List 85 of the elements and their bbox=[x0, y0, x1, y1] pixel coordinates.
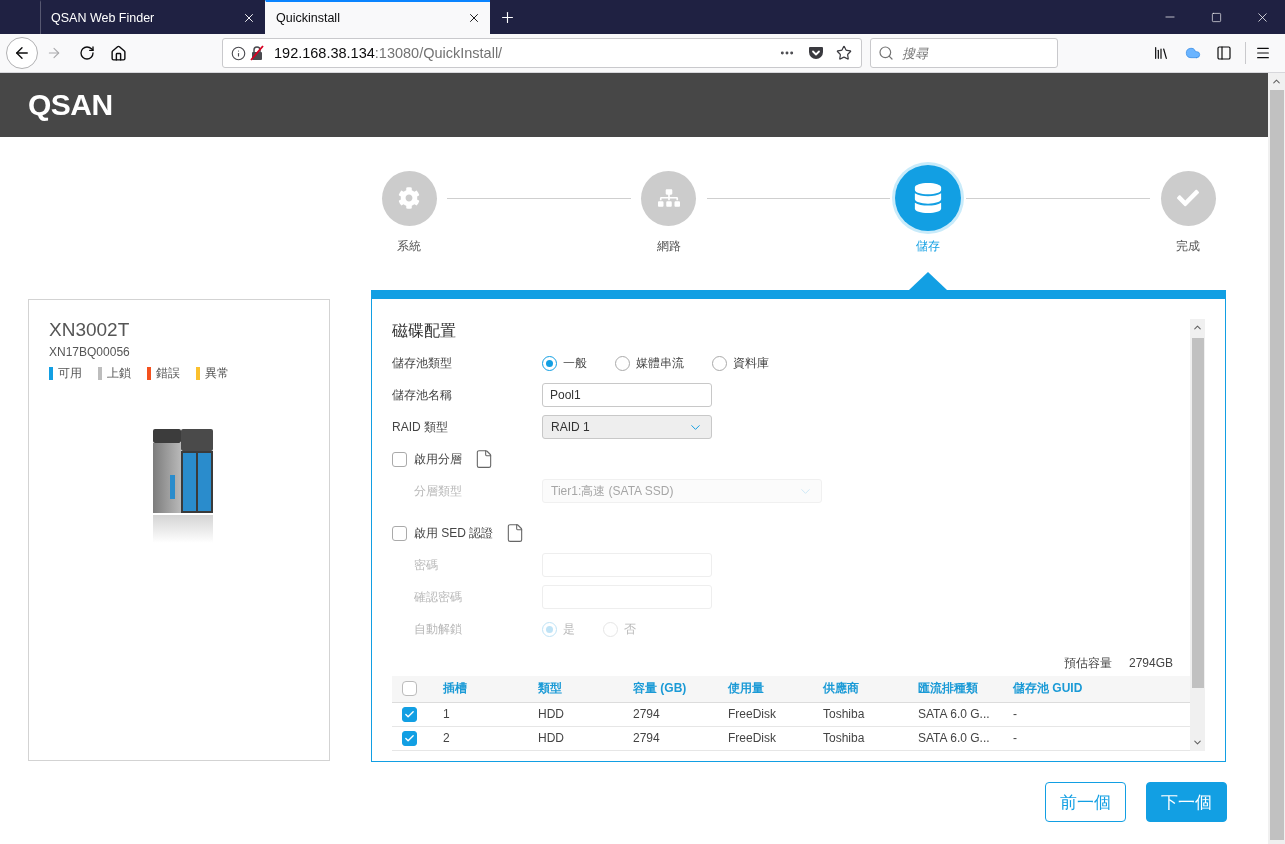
radio-button[interactable] bbox=[615, 355, 630, 371]
radio-label: 一般 bbox=[563, 354, 587, 372]
checkbox[interactable] bbox=[402, 681, 417, 697]
column-header[interactable]: 供應商 bbox=[823, 676, 918, 702]
panel-title: 磁碟配置 bbox=[392, 321, 457, 341]
menu-icon[interactable] bbox=[1255, 45, 1271, 61]
field-label: 分層類型 bbox=[414, 482, 462, 500]
next-button[interactable]: 下一個 bbox=[1146, 782, 1227, 822]
table-cell: HDD bbox=[538, 702, 633, 726]
step-label: 儲存 bbox=[916, 239, 941, 253]
table-cell: FreeDisk bbox=[728, 726, 823, 750]
library-icon[interactable] bbox=[1153, 45, 1169, 61]
address-bar[interactable]: 192.168.38.134:13080/QuickInstall/ bbox=[222, 38, 862, 68]
radio-label: 資料庫 bbox=[733, 354, 769, 372]
table-cell: Toshiba bbox=[823, 702, 918, 726]
checkbox[interactable] bbox=[402, 706, 417, 722]
forward-arrow-icon[interactable] bbox=[46, 45, 62, 61]
step-label: 網路 bbox=[656, 239, 681, 253]
table-cell: 2 bbox=[443, 726, 538, 750]
scrollbar[interactable] bbox=[1190, 319, 1205, 751]
table-cell: SATA 6.0 G... bbox=[918, 702, 1013, 726]
legend-label: 上鎖 bbox=[107, 365, 131, 381]
cloud-icon[interactable] bbox=[1185, 45, 1201, 61]
maximize-icon[interactable] bbox=[1210, 11, 1222, 23]
radio-button[interactable] bbox=[542, 355, 557, 371]
checkbox[interactable] bbox=[402, 730, 417, 746]
sidebar-icon[interactable] bbox=[1216, 45, 1232, 61]
crossed-lock-icon[interactable] bbox=[249, 45, 265, 61]
radio-label: 媒體串流 bbox=[636, 354, 684, 372]
table-cell: SATA 6.0 G... bbox=[918, 726, 1013, 750]
checkbox-label: 啟用 SED 認證 bbox=[414, 524, 494, 542]
table-cell: 2794 bbox=[633, 702, 728, 726]
step-label: 系統 bbox=[397, 239, 421, 253]
field-label: 密碼 bbox=[414, 556, 438, 574]
home-icon[interactable] bbox=[110, 44, 127, 62]
table-cell: HDD bbox=[538, 726, 633, 750]
search-icon bbox=[878, 45, 894, 61]
table-cell: - bbox=[1013, 702, 1190, 726]
reload-icon[interactable] bbox=[79, 45, 95, 61]
field-label: RAID 類型 bbox=[392, 418, 448, 436]
logo: QSAN bbox=[28, 90, 113, 120]
column-header[interactable]: 匯流排種類 bbox=[918, 676, 1013, 702]
close-icon[interactable] bbox=[467, 11, 481, 25]
legend-label: 異常 bbox=[205, 365, 229, 381]
radio-button[interactable] bbox=[712, 355, 727, 371]
checkmark-icon bbox=[404, 732, 415, 744]
table-cell: FreeDisk bbox=[728, 702, 823, 726]
table-cell: Toshiba bbox=[823, 726, 918, 750]
table-cell: - bbox=[1013, 726, 1190, 750]
column-header[interactable]: 類型 bbox=[538, 676, 633, 702]
close-icon[interactable] bbox=[242, 11, 256, 25]
column-header[interactable]: 儲存池 GUID bbox=[1013, 676, 1190, 702]
column-header[interactable]: 容量 (GB) bbox=[633, 676, 728, 702]
field-label: 自動解鎖 bbox=[414, 620, 462, 638]
column-header[interactable]: 使用量 bbox=[728, 676, 823, 702]
radio-label: 否 bbox=[624, 620, 636, 638]
search-field[interactable]: 搜尋 bbox=[870, 38, 1058, 68]
table-cell: 2794 bbox=[633, 726, 728, 750]
scrollbar-thumb[interactable] bbox=[1191, 338, 1204, 688]
checkbox-label: 啟用分層 bbox=[414, 450, 462, 468]
previous-button[interactable]: 前一個 bbox=[1045, 782, 1126, 822]
legend-label: 可用 bbox=[58, 365, 82, 381]
device-model: XN3002T bbox=[49, 319, 130, 341]
field-label: 儲存池類型 bbox=[392, 354, 452, 372]
url-text[interactable]: 192.168.38.134:13080/QuickInstall/ bbox=[274, 45, 503, 61]
checkbox[interactable] bbox=[392, 451, 407, 467]
checkmark-icon bbox=[404, 708, 415, 720]
capacity-label: 預估容量 bbox=[1063, 655, 1112, 671]
browser-tab[interactable]: Quickinstall bbox=[265, 0, 490, 34]
field-label: 確認密碼 bbox=[414, 588, 462, 606]
info-icon[interactable] bbox=[231, 45, 246, 61]
star-icon[interactable] bbox=[836, 45, 852, 61]
legend-label: 錯誤 bbox=[156, 365, 180, 381]
dropdown[interactable]: RAID 1 bbox=[542, 415, 712, 439]
input-field[interactable]: Pool1 bbox=[542, 383, 712, 407]
radio-label: 是 bbox=[563, 620, 575, 638]
capacity-value: 2794GB bbox=[1128, 655, 1173, 671]
step-label: 完成 bbox=[1176, 239, 1200, 253]
field-label: 儲存池名稱 bbox=[392, 386, 452, 404]
checkbox[interactable] bbox=[392, 525, 407, 541]
serial-number: XN17BQ00056 bbox=[49, 344, 130, 360]
pocket-icon[interactable] bbox=[808, 45, 824, 61]
column-header[interactable]: 插槽 bbox=[443, 676, 538, 702]
table-cell: 1 bbox=[443, 702, 538, 726]
document-icon[interactable] bbox=[474, 449, 494, 469]
